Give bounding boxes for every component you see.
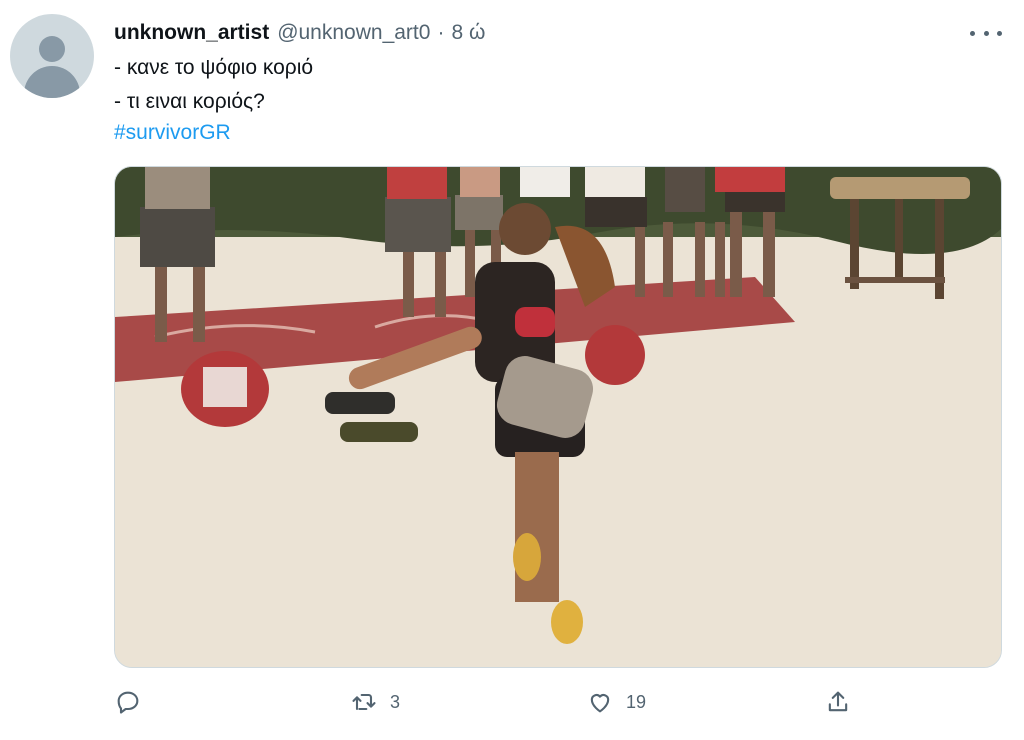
hashtag-link[interactable]: #survivorGR [114,121,231,145]
reply-button[interactable] [114,686,154,718]
heart-icon [590,694,610,713]
avatar-head-shape [39,36,65,62]
tweet-actions-bar: 3 19 [114,686,1014,718]
tweet-text-line-1: - κανε το ψόφιο κοριό [114,56,314,79]
like-count: 19 [626,691,647,712]
tweet-card[interactable]: unknown_artist @unknown_art0 · 8 ώ - καν… [0,0,1024,740]
avatar[interactable] [10,14,94,98]
retweet-count: 3 [390,691,401,712]
photo-image [115,167,1001,667]
reply-icon [117,691,139,714]
share-button[interactable] [824,686,864,718]
retweet-button[interactable]: 3 [350,686,400,718]
separator-dot: · [437,21,445,44]
avatar-body-shape [24,66,80,98]
retweet-icon [352,693,376,711]
more-options-icon[interactable] [970,24,1002,42]
author-handle[interactable]: @unknown_art0 [277,21,430,45]
tweet-media-photo[interactable] [114,166,1002,668]
author-name[interactable]: unknown_artist [114,21,269,45]
tweet-header: unknown_artist @unknown_art0 · 8 ώ [114,19,485,47]
tweet-text-line-2: - τι ειναι κοριός? [114,90,265,113]
share-icon [828,691,848,712]
tweet-time[interactable]: 8 ώ [451,21,485,45]
like-button[interactable]: 19 [586,686,646,718]
